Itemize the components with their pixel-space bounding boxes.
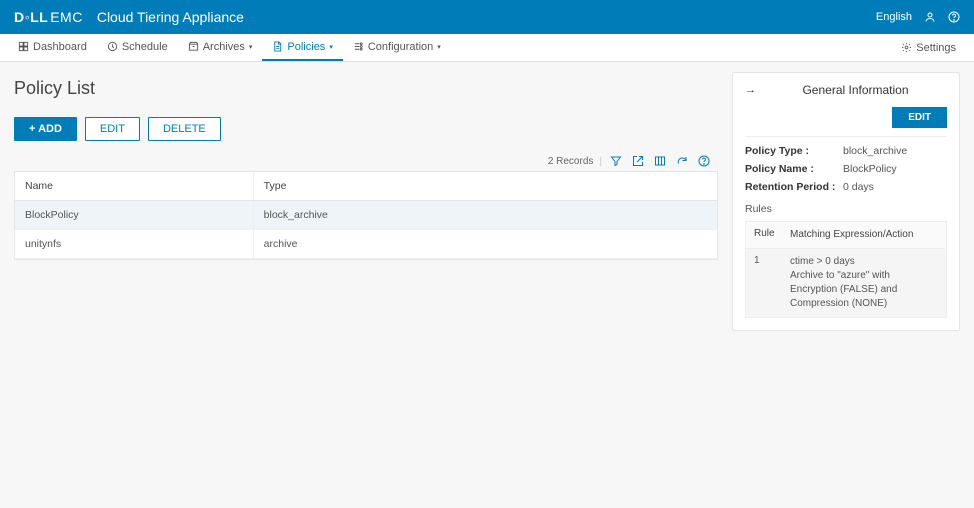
rules-header: Rule Matching Expression/Action xyxy=(746,222,946,249)
rules-body: 1ctime > 0 daysArchive to "azure" with E… xyxy=(746,249,946,317)
rules-col-match: Matching Expression/Action xyxy=(782,222,946,248)
chevron-down-icon: ▾ xyxy=(249,43,253,51)
table-body: BlockPolicyblock_archiveunitynfsarchive xyxy=(15,201,717,259)
nav-item-configuration[interactable]: Configuration ▾ xyxy=(343,34,451,61)
brand-logo: D◦LLEMC xyxy=(14,9,83,25)
nav-label: Policies xyxy=(287,41,325,53)
chevron-down-icon: ▾ xyxy=(437,43,441,51)
refresh-icon[interactable] xyxy=(674,155,690,167)
table-header: Name Type xyxy=(15,172,717,201)
page-title: Policy List xyxy=(14,78,718,99)
page-body: Policy List + ADD EDIT DELETE 2 Records … xyxy=(0,62,974,341)
rules-table: Rule Matching Expression/Action 1ctime >… xyxy=(745,221,947,318)
brand: D◦LLEMC Cloud Tiering Appliance xyxy=(14,9,244,25)
table-row[interactable]: unitynfsarchive xyxy=(15,230,717,259)
delete-button[interactable]: DELETE xyxy=(148,117,221,141)
schedule-icon xyxy=(107,41,118,52)
settings-label: Settings xyxy=(916,42,956,54)
rule-row: 1ctime > 0 daysArchive to "azure" with E… xyxy=(746,249,946,317)
records-count: 2 Records xyxy=(548,156,594,167)
cell-type: block_archive xyxy=(254,201,717,229)
main-column: Policy List + ADD EDIT DELETE 2 Records … xyxy=(14,72,718,260)
field-policy-type: Policy Type : block_archive xyxy=(745,145,947,157)
col-name-header[interactable]: Name xyxy=(15,172,254,200)
nav-item-policies[interactable]: Policies ▾ xyxy=(262,34,342,61)
panel-header: → General Information xyxy=(745,83,947,97)
gear-icon xyxy=(901,42,912,53)
nav-bar: DashboardScheduleArchives▾Policies▾Confi… xyxy=(0,34,974,62)
user-icon[interactable] xyxy=(924,11,936,23)
retention-value: 0 days xyxy=(843,181,874,193)
product-name: Cloud Tiering Appliance xyxy=(97,9,244,25)
policy-table: Name Type BlockPolicyblock_archiveunityn… xyxy=(14,171,718,260)
nav-label: Dashboard xyxy=(33,41,87,53)
nav-item-dashboard[interactable]: Dashboard xyxy=(8,34,97,61)
filter-icon[interactable] xyxy=(608,155,624,167)
policy-type-value: block_archive xyxy=(843,145,907,157)
add-button[interactable]: + ADD xyxy=(14,117,77,141)
field-policy-name: Policy Name : BlockPolicy xyxy=(745,163,947,175)
col-type-header[interactable]: Type xyxy=(254,172,717,200)
export-icon[interactable] xyxy=(630,155,646,167)
cell-name: unitynfs xyxy=(15,230,254,258)
rules-col-rule: Rule xyxy=(746,222,782,248)
panel-expand-icon[interactable]: → xyxy=(745,84,756,96)
panel-title: General Information xyxy=(764,83,947,97)
chevron-down-icon: ▾ xyxy=(329,43,333,51)
nav-label: Schedule xyxy=(122,41,168,53)
nav-label: Configuration xyxy=(368,41,433,53)
columns-icon[interactable] xyxy=(652,155,668,167)
details-panel: → General Information EDIT Policy Type :… xyxy=(732,72,960,331)
configuration-icon xyxy=(353,41,364,52)
policy-name-value: BlockPolicy xyxy=(843,163,897,175)
policy-name-label: Policy Name : xyxy=(745,163,843,175)
language-selector[interactable]: English xyxy=(876,11,912,23)
rule-number: 1 xyxy=(746,249,782,317)
help-icon[interactable] xyxy=(948,11,960,23)
table-help-icon[interactable] xyxy=(696,155,712,167)
settings-link[interactable]: Settings xyxy=(891,34,966,61)
panel-edit-row: EDIT xyxy=(745,107,947,137)
policy-type-label: Policy Type : xyxy=(745,145,843,157)
panel-edit-button[interactable]: EDIT xyxy=(892,107,947,128)
dashboard-icon xyxy=(18,41,29,52)
archives-icon xyxy=(188,41,199,52)
retention-label: Retention Period : xyxy=(745,181,843,193)
field-retention: Retention Period : 0 days xyxy=(745,181,947,193)
edit-button[interactable]: EDIT xyxy=(85,117,140,141)
rule-text: ctime > 0 daysArchive to "azure" with En… xyxy=(782,249,946,317)
cell-type: archive xyxy=(254,230,717,258)
toolbar: + ADD EDIT DELETE xyxy=(14,117,718,141)
top-bar: D◦LLEMC Cloud Tiering Appliance English xyxy=(0,0,974,34)
nav-label: Archives xyxy=(203,41,245,53)
top-right: English xyxy=(876,11,960,23)
rules-section-title: Rules xyxy=(745,203,947,215)
table-row[interactable]: BlockPolicyblock_archive xyxy=(15,201,717,230)
policies-icon xyxy=(272,41,283,52)
table-meta: 2 Records | xyxy=(14,151,718,171)
nav-left: DashboardScheduleArchives▾Policies▾Confi… xyxy=(8,34,451,61)
nav-item-schedule[interactable]: Schedule xyxy=(97,34,178,61)
nav-item-archives[interactable]: Archives ▾ xyxy=(178,34,263,61)
cell-name: BlockPolicy xyxy=(15,201,254,229)
